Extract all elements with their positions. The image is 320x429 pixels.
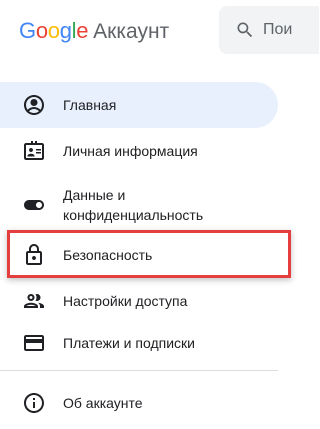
logo-letter: o <box>47 18 60 43</box>
sidebar-item-label: Безопасность <box>63 247 153 263</box>
sidebar-item-label: Личная информация <box>63 143 198 159</box>
sidebar-item-label: Об аккаунте <box>63 395 143 411</box>
logo-letter: G <box>19 18 36 43</box>
logo-letter: o <box>35 18 48 43</box>
search-input[interactable]: Пои <box>263 21 292 39</box>
sidebar-item-personal-info[interactable]: Личная информация <box>0 128 278 174</box>
header: Google Аккаунт Пои <box>0 0 319 64</box>
logo-letter: e <box>76 18 89 43</box>
lock-icon <box>22 243 46 267</box>
info-icon <box>22 391 46 415</box>
sidebar-item-label: Платежи и подписки <box>63 335 195 351</box>
id-card-icon <box>22 139 46 163</box>
sidebar-item-label: Данные и конфиденциальность <box>63 187 204 223</box>
logo-letter: g <box>59 18 72 43</box>
sidebar-item-label: Настройки доступа <box>63 293 188 309</box>
people-icon <box>22 289 46 313</box>
google-wordmark: Google <box>19 18 88 44</box>
toggle-icon <box>22 193 46 217</box>
sidebar-item-security[interactable]: Безопасность <box>0 228 278 282</box>
account-circle-icon <box>22 93 46 117</box>
search-icon[interactable] <box>235 20 255 40</box>
sidebar-item-data-privacy[interactable]: Данные и конфиденциальность <box>0 176 278 234</box>
google-account-logo[interactable]: Google Аккаунт <box>19 18 169 48</box>
sidebar-item-about[interactable]: Об аккаунте <box>0 380 278 426</box>
nav-divider <box>0 370 278 371</box>
credit-card-icon <box>22 331 46 355</box>
search-box[interactable]: Пои <box>219 6 319 54</box>
product-name: Аккаунт <box>93 20 170 43</box>
sidebar-item-people-sharing[interactable]: Настройки доступа <box>0 278 278 324</box>
sidebar-item-payments[interactable]: Платежи и подписки <box>0 320 278 366</box>
sidebar-item-home[interactable]: Главная <box>0 82 278 128</box>
sidebar-item-label: Главная <box>63 97 117 113</box>
